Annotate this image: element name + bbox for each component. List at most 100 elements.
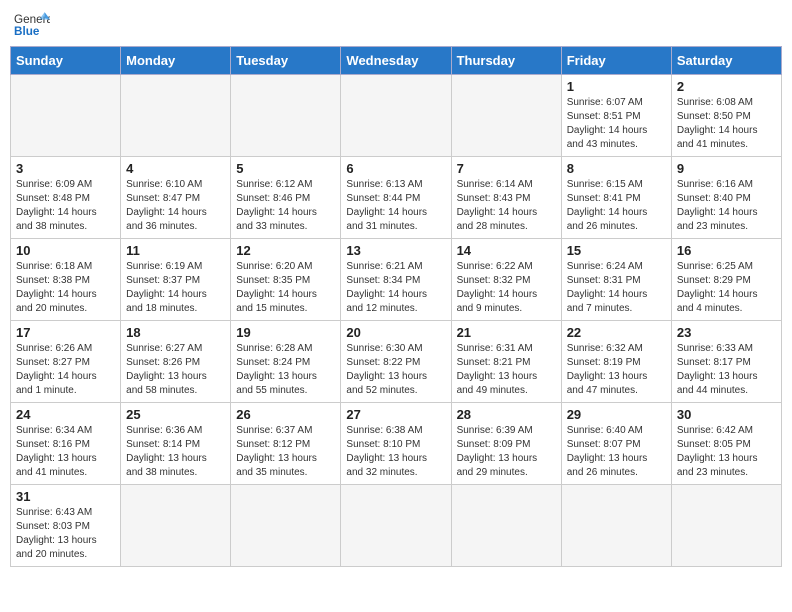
calendar-cell: 5 Sunrise: 6:12 AM Sunset: 8:46 PM Daylig… [231, 157, 341, 239]
calendar-table: SundayMondayTuesdayWednesdayThursdayFrid… [10, 46, 782, 567]
day-number: 31 [16, 489, 115, 504]
day-number: 1 [567, 79, 666, 94]
calendar-cell [231, 485, 341, 567]
day-info: Sunrise: 6:40 AM Sunset: 8:07 PM Dayligh… [567, 424, 666, 480]
calendar-cell: 21 Sunrise: 6:31 AM Sunset: 8:21 PM Dayli… [451, 321, 561, 403]
day-info: Sunrise: 6:25 AM Sunset: 8:29 PM Dayligh… [677, 260, 776, 316]
calendar-cell: 18Sunrise: 6:27 AM Sunset: 8:26 PM Dayli… [121, 321, 231, 403]
calendar-cell: 13Sunrise: 6:21 AM Sunset: 8:34 PM Dayli… [341, 239, 451, 321]
calendar-cell: 29 Sunrise: 6:40 AM Sunset: 8:07 PM Dayli… [561, 403, 671, 485]
day-info: Sunrise: 6:09 AM Sunset: 8:48 PM Dayligh… [16, 178, 115, 234]
calendar-cell [121, 75, 231, 157]
calendar-cell: 4Sunrise: 6:10 AM Sunset: 8:47 PM Daylig… [121, 157, 231, 239]
weekday-header-saturday: Saturday [671, 47, 781, 75]
day-info: Sunrise: 6:28 AM Sunset: 8:24 PM Dayligh… [236, 342, 335, 398]
day-number: 6 [346, 161, 445, 176]
weekday-header-monday: Monday [121, 47, 231, 75]
day-number: 10 [16, 243, 115, 258]
day-info: Sunrise: 6:36 AM Sunset: 8:14 PM Dayligh… [126, 424, 225, 480]
calendar-cell: 8 Sunrise: 6:15 AM Sunset: 8:41 PM Daylig… [561, 157, 671, 239]
day-number: 24 [16, 407, 115, 422]
day-number: 19 [236, 325, 335, 340]
logo: General Blue [14, 10, 50, 38]
day-number: 27 [346, 407, 445, 422]
calendar-cell: 6 Sunrise: 6:13 AM Sunset: 8:44 PM Daylig… [341, 157, 451, 239]
day-info: Sunrise: 6:20 AM Sunset: 8:35 PM Dayligh… [236, 260, 335, 316]
weekday-header-tuesday: Tuesday [231, 47, 341, 75]
day-number: 21 [457, 325, 556, 340]
day-info: Sunrise: 6:32 AM Sunset: 8:19 PM Dayligh… [567, 342, 666, 398]
calendar-cell: 2 Sunrise: 6:08 AM Sunset: 8:50 PM Daylig… [671, 75, 781, 157]
day-number: 12 [236, 243, 335, 258]
calendar-cell [231, 75, 341, 157]
calendar-cell [451, 75, 561, 157]
day-info: Sunrise: 6:37 AM Sunset: 8:12 PM Dayligh… [236, 424, 335, 480]
day-number: 2 [677, 79, 776, 94]
day-number: 28 [457, 407, 556, 422]
calendar-week-row: 3 Sunrise: 6:09 AM Sunset: 8:48 PM Daylig… [11, 157, 782, 239]
calendar-cell [341, 485, 451, 567]
calendar-cell: 24Sunrise: 6:34 AM Sunset: 8:16 PM Dayli… [11, 403, 121, 485]
day-info: Sunrise: 6:18 AM Sunset: 8:38 PM Dayligh… [16, 260, 115, 316]
day-number: 9 [677, 161, 776, 176]
day-info: Sunrise: 6:42 AM Sunset: 8:05 PM Dayligh… [677, 424, 776, 480]
day-info: Sunrise: 6:26 AM Sunset: 8:27 PM Dayligh… [16, 342, 115, 398]
calendar-cell: 22 Sunrise: 6:32 AM Sunset: 8:19 PM Dayli… [561, 321, 671, 403]
day-number: 17 [16, 325, 115, 340]
day-info: Sunrise: 6:31 AM Sunset: 8:21 PM Dayligh… [457, 342, 556, 398]
generalblue-logo-icon: General Blue [14, 10, 50, 38]
calendar-cell: 11 Sunrise: 6:19 AM Sunset: 8:37 PM Dayli… [121, 239, 231, 321]
day-info: Sunrise: 6:38 AM Sunset: 8:10 PM Dayligh… [346, 424, 445, 480]
calendar-week-row: 1 Sunrise: 6:07 AM Sunset: 8:51 PM Daylig… [11, 75, 782, 157]
calendar-cell: 20 Sunrise: 6:30 AM Sunset: 8:22 PM Dayli… [341, 321, 451, 403]
day-info: Sunrise: 6:33 AM Sunset: 8:17 PM Dayligh… [677, 342, 776, 398]
day-number: 8 [567, 161, 666, 176]
day-info: Sunrise: 6:24 AM Sunset: 8:31 PM Dayligh… [567, 260, 666, 316]
calendar-cell: 12 Sunrise: 6:20 AM Sunset: 8:35 PM Dayli… [231, 239, 341, 321]
day-number: 29 [567, 407, 666, 422]
day-info: Sunrise: 6:15 AM Sunset: 8:41 PM Dayligh… [567, 178, 666, 234]
calendar-cell: 31Sunrise: 6:43 AM Sunset: 8:03 PM Dayli… [11, 485, 121, 567]
day-info: Sunrise: 6:30 AM Sunset: 8:22 PM Dayligh… [346, 342, 445, 398]
calendar-cell: 3 Sunrise: 6:09 AM Sunset: 8:48 PM Daylig… [11, 157, 121, 239]
calendar-cell: 19 Sunrise: 6:28 AM Sunset: 8:24 PM Dayli… [231, 321, 341, 403]
calendar-cell [561, 485, 671, 567]
calendar-cell: 14Sunrise: 6:22 AM Sunset: 8:32 PM Dayli… [451, 239, 561, 321]
calendar-cell [671, 485, 781, 567]
calendar-week-row: 17 Sunrise: 6:26 AM Sunset: 8:27 PM Dayli… [11, 321, 782, 403]
calendar-cell: 7Sunrise: 6:14 AM Sunset: 8:43 PM Daylig… [451, 157, 561, 239]
calendar-cell [11, 75, 121, 157]
day-info: Sunrise: 6:16 AM Sunset: 8:40 PM Dayligh… [677, 178, 776, 234]
day-info: Sunrise: 6:19 AM Sunset: 8:37 PM Dayligh… [126, 260, 225, 316]
day-info: Sunrise: 6:10 AM Sunset: 8:47 PM Dayligh… [126, 178, 225, 234]
page-header: General Blue [10, 10, 782, 38]
day-number: 13 [346, 243, 445, 258]
calendar-cell: 1 Sunrise: 6:07 AM Sunset: 8:51 PM Daylig… [561, 75, 671, 157]
calendar-cell [341, 75, 451, 157]
day-info: Sunrise: 6:12 AM Sunset: 8:46 PM Dayligh… [236, 178, 335, 234]
day-number: 22 [567, 325, 666, 340]
calendar-week-row: 24Sunrise: 6:34 AM Sunset: 8:16 PM Dayli… [11, 403, 782, 485]
day-number: 25 [126, 407, 225, 422]
day-number: 30 [677, 407, 776, 422]
day-number: 23 [677, 325, 776, 340]
day-info: Sunrise: 6:07 AM Sunset: 8:51 PM Dayligh… [567, 96, 666, 152]
calendar-cell: 16Sunrise: 6:25 AM Sunset: 8:29 PM Dayli… [671, 239, 781, 321]
weekday-header-wednesday: Wednesday [341, 47, 451, 75]
day-info: Sunrise: 6:08 AM Sunset: 8:50 PM Dayligh… [677, 96, 776, 152]
calendar-cell: 10 Sunrise: 6:18 AM Sunset: 8:38 PM Dayli… [11, 239, 121, 321]
calendar-cell: 30 Sunrise: 6:42 AM Sunset: 8:05 PM Dayli… [671, 403, 781, 485]
day-number: 5 [236, 161, 335, 176]
day-info: Sunrise: 6:14 AM Sunset: 8:43 PM Dayligh… [457, 178, 556, 234]
weekday-header-friday: Friday [561, 47, 671, 75]
day-number: 20 [346, 325, 445, 340]
calendar-cell: 27 Sunrise: 6:38 AM Sunset: 8:10 PM Dayli… [341, 403, 451, 485]
calendar-week-row: 10 Sunrise: 6:18 AM Sunset: 8:38 PM Dayli… [11, 239, 782, 321]
day-info: Sunrise: 6:13 AM Sunset: 8:44 PM Dayligh… [346, 178, 445, 234]
day-number: 18 [126, 325, 225, 340]
day-number: 14 [457, 243, 556, 258]
day-info: Sunrise: 6:39 AM Sunset: 8:09 PM Dayligh… [457, 424, 556, 480]
day-number: 11 [126, 243, 225, 258]
day-number: 3 [16, 161, 115, 176]
calendar-cell: 28 Sunrise: 6:39 AM Sunset: 8:09 PM Dayli… [451, 403, 561, 485]
